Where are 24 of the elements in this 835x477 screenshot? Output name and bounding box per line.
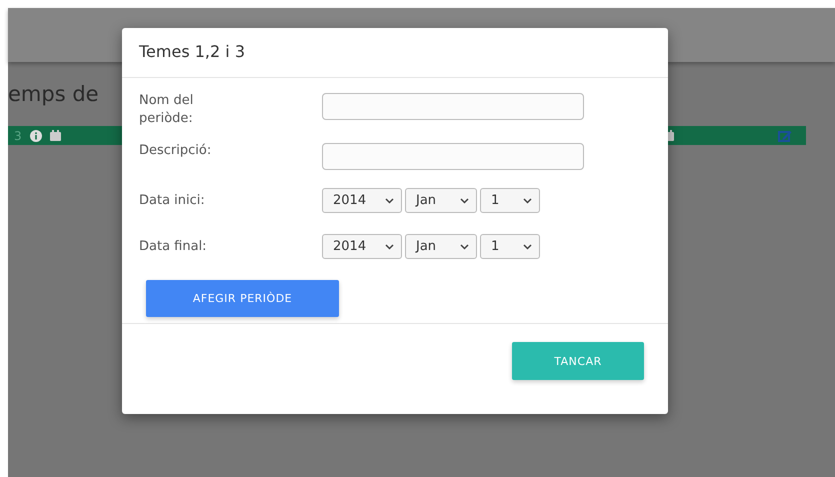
page-heading: emps de bbox=[8, 82, 99, 108]
input-field[interactable] bbox=[322, 93, 584, 120]
dropdown[interactable]: 1 bbox=[480, 188, 540, 213]
add-period-button[interactable]: AFEGIR PERIÒDE bbox=[146, 280, 339, 317]
input-field[interactable] bbox=[322, 143, 584, 170]
dropdown[interactable]: Jan bbox=[405, 234, 477, 259]
chevron-icon bbox=[523, 244, 532, 250]
info-icon[interactable] bbox=[30, 130, 42, 142]
chevron-icon bbox=[523, 198, 532, 204]
dialog-title: Temes 1,2 i 3 bbox=[122, 28, 668, 78]
chevron-icon bbox=[385, 244, 394, 250]
dropdown[interactable]: 2014 bbox=[322, 234, 402, 259]
chevron-icon bbox=[460, 244, 469, 250]
count-text: 3 bbox=[14, 128, 22, 142]
field-label: Descripció: bbox=[139, 142, 212, 160]
chevron-icon bbox=[385, 198, 394, 204]
field-label: Data final: bbox=[139, 238, 208, 256]
chevron-icon bbox=[460, 198, 469, 204]
dropdown[interactable]: 1 bbox=[480, 234, 540, 259]
dropdown[interactable]: Jan bbox=[405, 188, 477, 213]
field-label: Data inici: bbox=[139, 192, 206, 210]
calendar-icon[interactable] bbox=[50, 130, 61, 141]
dropdown[interactable]: 2014 bbox=[322, 188, 402, 213]
field-label: Nom del periòde: bbox=[139, 92, 194, 128]
